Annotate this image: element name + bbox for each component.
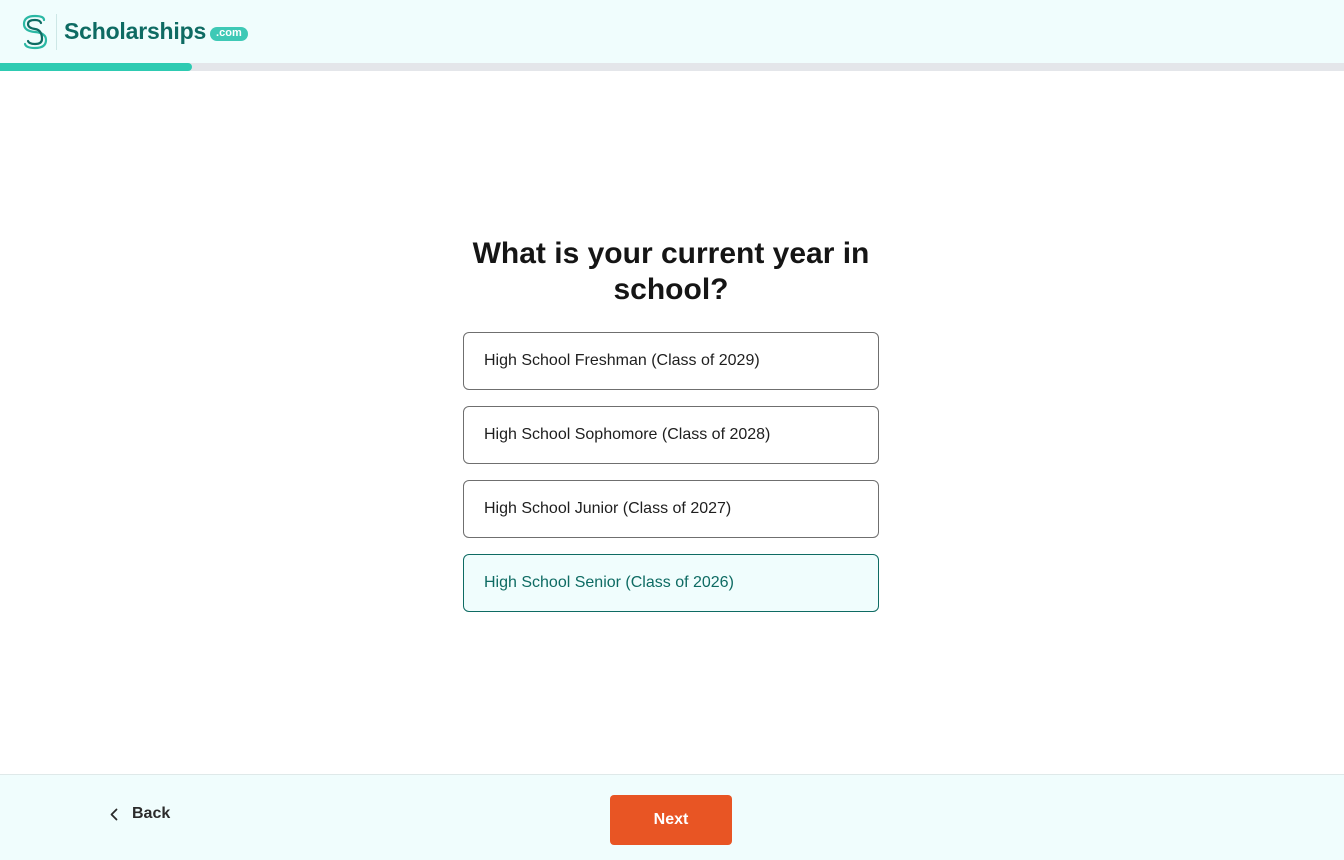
back-label: Back <box>132 805 171 822</box>
back-button[interactable]: Back <box>110 805 170 823</box>
option-label: High School Senior (Class of 2026) <box>484 574 734 591</box>
question-title: What is your current year in school? <box>472 237 870 306</box>
header: Scholarships .com <box>0 0 1344 63</box>
option-sophomore[interactable]: High School Sophomore (Class of 2028) <box>463 406 879 464</box>
answer-options: High School Freshman (Class of 2029) Hig… <box>463 332 879 628</box>
progress-bar <box>0 63 1344 71</box>
logo-divider <box>56 13 57 50</box>
option-senior[interactable]: High School Senior (Class of 2026) <box>463 554 879 612</box>
logo-dotcom-badge: .com <box>210 26 248 41</box>
footer-bar: Back Next <box>0 774 1344 860</box>
option-label: High School Junior (Class of 2027) <box>484 500 732 517</box>
logo-wordmark: Scholarships <box>64 18 207 44</box>
site-logo[interactable]: Scholarships .com <box>20 13 248 50</box>
option-junior[interactable]: High School Junior (Class of 2027) <box>463 480 879 538</box>
logo-s-icon <box>22 14 48 49</box>
next-button[interactable]: Next <box>610 795 732 845</box>
option-label: High School Freshman (Class of 2029) <box>484 352 760 369</box>
progress-bar-fill <box>0 63 193 71</box>
option-label: High School Sophomore (Class of 2028) <box>484 426 771 443</box>
chevron-left-icon <box>110 808 118 820</box>
option-freshman[interactable]: High School Freshman (Class of 2029) <box>463 332 879 390</box>
